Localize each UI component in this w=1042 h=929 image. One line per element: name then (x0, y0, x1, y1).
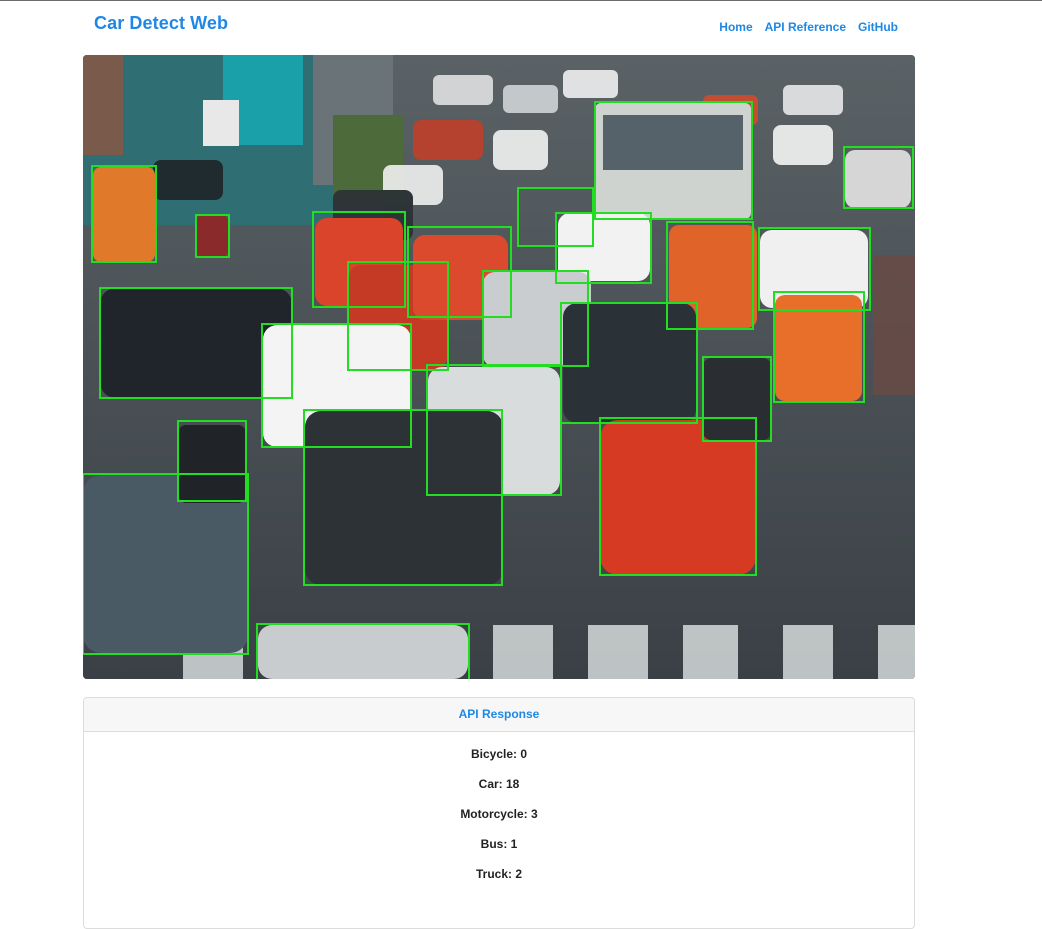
count-motorcycle: Motorcycle: 3 (460, 807, 538, 821)
nav-link-github[interactable]: GitHub (858, 20, 898, 34)
count-bus: Bus: 1 (480, 837, 518, 851)
detection-result-image (83, 55, 915, 679)
nav-link-api-reference[interactable]: API Reference (765, 20, 846, 34)
count-bicycle: Bicycle: 0 (470, 747, 528, 761)
api-response-title: API Response (84, 698, 914, 732)
api-response-card: API Response Bicycle: 0 Car: 18 Motorcyc… (83, 697, 915, 929)
brand-link[interactable]: Car Detect Web (94, 13, 228, 34)
navbar: Car Detect Web Home API Reference GitHub (0, 1, 1042, 53)
count-car: Car: 18 (478, 777, 520, 791)
nav-links: Home API Reference GitHub (719, 20, 898, 34)
api-response-body: Bicycle: 0 Car: 18 Motorcycle: 3 Bus: 1 … (84, 732, 914, 896)
nav-link-home[interactable]: Home (719, 20, 752, 34)
count-truck: Truck: 2 (475, 867, 523, 881)
